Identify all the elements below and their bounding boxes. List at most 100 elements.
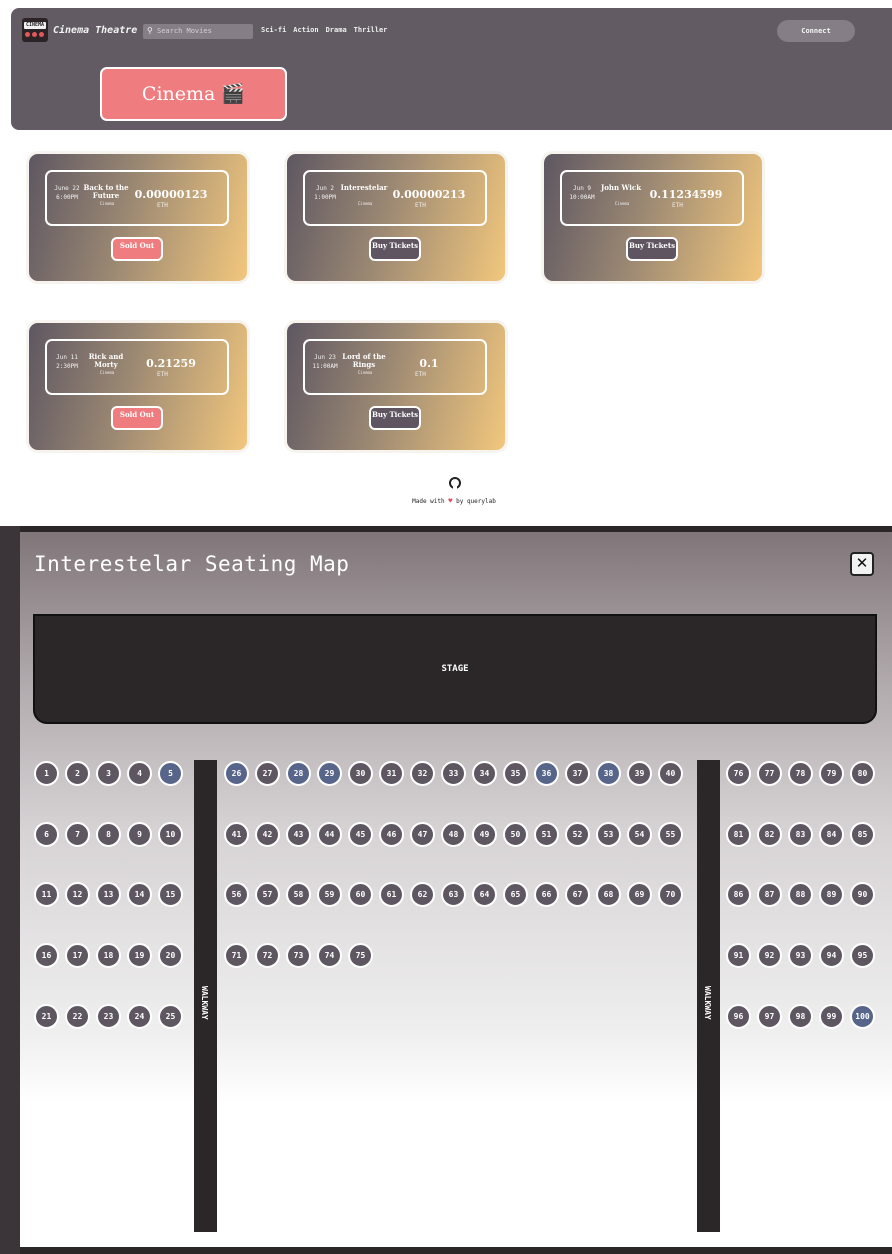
seat-89[interactable]: 89 — [819, 882, 844, 907]
seat-54[interactable]: 54 — [627, 822, 652, 847]
seat-15[interactable]: 15 — [158, 882, 183, 907]
seat-86[interactable]: 86 — [726, 882, 751, 907]
seat-41[interactable]: 41 — [224, 822, 249, 847]
seat-19[interactable]: 19 — [127, 943, 152, 968]
seat-3[interactable]: 3 — [96, 761, 121, 786]
seat-1[interactable]: 1 — [34, 761, 59, 786]
search-input[interactable] — [157, 25, 249, 37]
seat-20[interactable]: 20 — [158, 943, 183, 968]
seat-30[interactable]: 30 — [348, 761, 373, 786]
seat-62[interactable]: 62 — [410, 882, 435, 907]
seat-84[interactable]: 84 — [819, 822, 844, 847]
seat-18[interactable]: 18 — [96, 943, 121, 968]
seat-66[interactable]: 66 — [534, 882, 559, 907]
seat-72[interactable]: 72 — [255, 943, 280, 968]
seat-2[interactable]: 2 — [65, 761, 90, 786]
seat-49[interactable]: 49 — [472, 822, 497, 847]
seat-14[interactable]: 14 — [127, 882, 152, 907]
close-icon[interactable]: ✕ — [850, 552, 874, 576]
seat-98[interactable]: 98 — [788, 1004, 813, 1029]
seat-64[interactable]: 64 — [472, 882, 497, 907]
seat-39[interactable]: 39 — [627, 761, 652, 786]
seat-22[interactable]: 22 — [65, 1004, 90, 1029]
seat-59[interactable]: 59 — [317, 882, 342, 907]
seat-67[interactable]: 67 — [565, 882, 590, 907]
buy-tickets-button[interactable]: Buy Tickets — [369, 406, 421, 430]
seat-56[interactable]: 56 — [224, 882, 249, 907]
seat-36[interactable]: 36 — [534, 761, 559, 786]
seat-47[interactable]: 47 — [410, 822, 435, 847]
seat-65[interactable]: 65 — [503, 882, 528, 907]
seat-100[interactable]: 100 — [850, 1004, 875, 1029]
search-box[interactable]: ⚲ — [143, 24, 253, 39]
seat-58[interactable]: 58 — [286, 882, 311, 907]
seat-25[interactable]: 25 — [158, 1004, 183, 1029]
buy-tickets-button[interactable]: Buy Tickets — [626, 237, 678, 261]
seat-21[interactable]: 21 — [34, 1004, 59, 1029]
seat-82[interactable]: 82 — [757, 822, 782, 847]
seat-48[interactable]: 48 — [441, 822, 466, 847]
genre-link-action[interactable]: Action — [293, 26, 318, 34]
seat-28[interactable]: 28 — [286, 761, 311, 786]
seat-50[interactable]: 50 — [503, 822, 528, 847]
seat-9[interactable]: 9 — [127, 822, 152, 847]
seat-57[interactable]: 57 — [255, 882, 280, 907]
seat-70[interactable]: 70 — [658, 882, 683, 907]
seat-92[interactable]: 92 — [757, 943, 782, 968]
brand-name[interactable]: Cinema Theatre — [53, 25, 137, 36]
seat-76[interactable]: 76 — [726, 761, 751, 786]
sold-out-button[interactable]: Sold Out — [111, 406, 163, 430]
seat-74[interactable]: 74 — [317, 943, 342, 968]
seat-75[interactable]: 75 — [348, 943, 373, 968]
seat-29[interactable]: 29 — [317, 761, 342, 786]
seat-60[interactable]: 60 — [348, 882, 373, 907]
seat-17[interactable]: 17 — [65, 943, 90, 968]
seat-45[interactable]: 45 — [348, 822, 373, 847]
seat-52[interactable]: 52 — [565, 822, 590, 847]
seat-97[interactable]: 97 — [757, 1004, 782, 1029]
seat-51[interactable]: 51 — [534, 822, 559, 847]
seat-10[interactable]: 10 — [158, 822, 183, 847]
footer-suffix[interactable]: by querylab — [456, 498, 496, 505]
seat-26[interactable]: 26 — [224, 761, 249, 786]
seat-69[interactable]: 69 — [627, 882, 652, 907]
seat-35[interactable]: 35 — [503, 761, 528, 786]
genre-link-thriller[interactable]: Thriller — [354, 26, 388, 34]
seat-80[interactable]: 80 — [850, 761, 875, 786]
seat-77[interactable]: 77 — [757, 761, 782, 786]
seat-78[interactable]: 78 — [788, 761, 813, 786]
seat-61[interactable]: 61 — [379, 882, 404, 907]
seat-23[interactable]: 23 — [96, 1004, 121, 1029]
seat-13[interactable]: 13 — [96, 882, 121, 907]
seat-32[interactable]: 32 — [410, 761, 435, 786]
seat-55[interactable]: 55 — [658, 822, 683, 847]
seat-37[interactable]: 37 — [565, 761, 590, 786]
seat-91[interactable]: 91 — [726, 943, 751, 968]
connect-button[interactable]: Connect — [777, 20, 855, 42]
seat-53[interactable]: 53 — [596, 822, 621, 847]
seat-34[interactable]: 34 — [472, 761, 497, 786]
seat-99[interactable]: 99 — [819, 1004, 844, 1029]
seat-31[interactable]: 31 — [379, 761, 404, 786]
seat-8[interactable]: 8 — [96, 822, 121, 847]
seat-33[interactable]: 33 — [441, 761, 466, 786]
buy-tickets-button[interactable]: Buy Tickets — [369, 237, 421, 261]
seat-90[interactable]: 90 — [850, 882, 875, 907]
seat-46[interactable]: 46 — [379, 822, 404, 847]
seat-40[interactable]: 40 — [658, 761, 683, 786]
seat-95[interactable]: 95 — [850, 943, 875, 968]
seat-4[interactable]: 4 — [127, 761, 152, 786]
seat-93[interactable]: 93 — [788, 943, 813, 968]
genre-link-drama[interactable]: Drama — [326, 26, 347, 34]
seat-7[interactable]: 7 — [65, 822, 90, 847]
seat-73[interactable]: 73 — [286, 943, 311, 968]
genre-link-scifi[interactable]: Sci-fi — [261, 26, 286, 34]
seat-71[interactable]: 71 — [224, 943, 249, 968]
seat-12[interactable]: 12 — [65, 882, 90, 907]
seat-88[interactable]: 88 — [788, 882, 813, 907]
seat-79[interactable]: 79 — [819, 761, 844, 786]
seat-6[interactable]: 6 — [34, 822, 59, 847]
seat-68[interactable]: 68 — [596, 882, 621, 907]
seat-43[interactable]: 43 — [286, 822, 311, 847]
github-icon[interactable] — [449, 477, 461, 489]
